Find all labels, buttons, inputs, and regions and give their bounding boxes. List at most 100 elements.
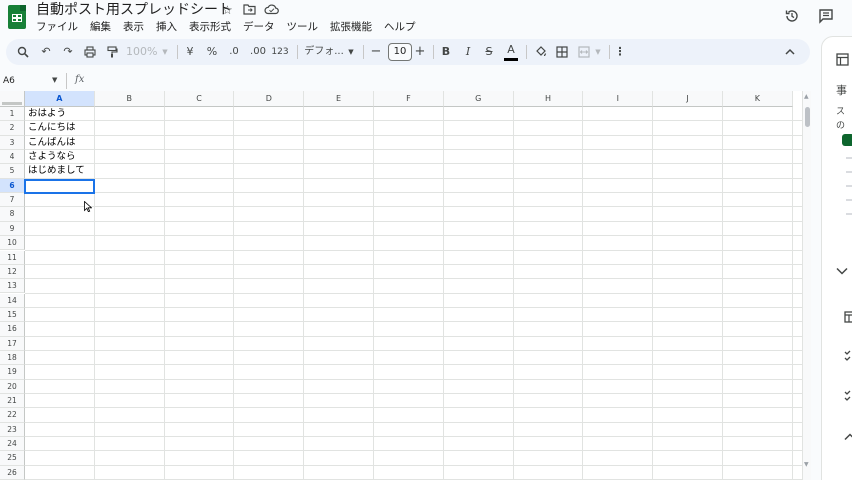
row-header-18[interactable]: 18: [0, 350, 25, 366]
select-all-corner[interactable]: [0, 91, 25, 107]
italic-button[interactable]: I: [462, 44, 474, 60]
cell-a1[interactable]: おはよう: [28, 107, 66, 121]
collapse-toolbar-icon[interactable]: [784, 44, 796, 60]
decrease-decimal-button[interactable]: .0: [226, 44, 242, 60]
row-header-3[interactable]: 3: [0, 135, 25, 150]
cloud-status-icon[interactable]: [264, 3, 279, 18]
checklist-icon-2[interactable]: [844, 389, 852, 405]
row-header-9[interactable]: 9: [0, 221, 25, 237]
menu-format[interactable]: 表示形式: [189, 20, 231, 34]
row-header-10[interactable]: 10: [0, 236, 25, 251]
document-title[interactable]: 自動ポスト用スプレッドシート: [36, 1, 232, 19]
row-header-6[interactable]: 6: [0, 178, 25, 194]
row-header-14[interactable]: 14: [0, 293, 25, 308]
cell-a2[interactable]: こんにちは: [28, 121, 76, 135]
scrollbar-thumb[interactable]: [805, 107, 810, 127]
column-header-b[interactable]: B: [94, 91, 165, 107]
row-header-24[interactable]: 24: [0, 437, 25, 452]
increase-font-size-icon[interactable]: +: [414, 44, 426, 60]
font-size-input[interactable]: 10: [388, 43, 412, 61]
font-dropdown-icon[interactable]: ▼: [347, 44, 355, 60]
number-format-button[interactable]: 123: [271, 44, 289, 60]
row-header-15[interactable]: 15: [0, 307, 25, 323]
spreadsheet-grid[interactable]: A B C D E F G H I J K 1 2 3 4 5 6 7 8 9 10 11 12 13 14 15 16 17 18 19…: [0, 91, 802, 480]
menu-extensions[interactable]: 拡張機能: [330, 20, 372, 34]
sheets-logo[interactable]: [8, 5, 26, 29]
percent-format-button[interactable]: %: [206, 44, 218, 60]
calendar-panel-icon[interactable]: [836, 53, 849, 70]
collapse-icon[interactable]: [844, 431, 852, 445]
star-icon[interactable]: ☆: [222, 3, 233, 17]
menu-data[interactable]: データ: [243, 20, 275, 34]
move-folder-icon[interactable]: [243, 3, 256, 18]
print-icon[interactable]: [82, 44, 98, 60]
font-select[interactable]: デフォ...: [303, 44, 345, 60]
row-header-2[interactable]: 2: [0, 121, 25, 136]
borders-icon[interactable]: [555, 44, 569, 60]
column-header-i[interactable]: I: [583, 91, 654, 107]
cell-a5[interactable]: はじめまして: [28, 164, 85, 178]
row-header-7[interactable]: 7: [0, 193, 25, 208]
column-header-e[interactable]: E: [304, 91, 374, 107]
checklist-icon-1[interactable]: [844, 349, 852, 365]
decrease-font-size-icon[interactable]: −: [370, 44, 382, 60]
menu-insert[interactable]: 挿入: [156, 20, 177, 34]
column-header-c[interactable]: C: [164, 91, 235, 107]
undo-icon[interactable]: ↶: [38, 44, 54, 60]
row-header-23[interactable]: 23: [0, 422, 25, 437]
name-box-dropdown-icon[interactable]: ▼: [52, 76, 57, 84]
table-panel-icon[interactable]: [844, 311, 852, 327]
column-header-j[interactable]: J: [653, 91, 723, 107]
expand-icon[interactable]: [836, 265, 848, 279]
zoom-dropdown-icon[interactable]: ▼: [161, 44, 169, 60]
menu-file[interactable]: ファイル: [36, 20, 78, 34]
merge-cells-icon[interactable]: [577, 44, 591, 60]
column-header-k[interactable]: K: [723, 91, 793, 107]
row-header-1[interactable]: 1: [0, 107, 25, 122]
scroll-down-icon[interactable]: ▼: [804, 461, 809, 469]
strikethrough-button[interactable]: S: [483, 44, 495, 60]
zoom-select[interactable]: 100%: [126, 44, 157, 60]
column-header-f[interactable]: F: [374, 91, 444, 107]
more-options-icon[interactable]: ⋮: [614, 44, 626, 60]
column-header-d[interactable]: D: [234, 91, 305, 107]
name-box[interactable]: A6: [3, 75, 15, 87]
row-header-5[interactable]: 5: [0, 164, 25, 179]
increase-decimal-button[interactable]: .00: [248, 44, 268, 60]
column-header-h[interactable]: H: [513, 91, 584, 107]
row-header-11[interactable]: 11: [0, 250, 25, 265]
menu-edit[interactable]: 編集: [90, 20, 111, 34]
fill-color-icon[interactable]: [533, 44, 547, 60]
row-header-16[interactable]: 16: [0, 322, 25, 337]
redo-icon[interactable]: ↷: [60, 44, 76, 60]
menu-tools[interactable]: ツール: [287, 20, 319, 34]
vertical-scrollbar[interactable]: ▲ ▼: [802, 91, 811, 480]
menu-help[interactable]: ヘルプ: [384, 20, 416, 34]
scroll-up-icon[interactable]: ▲: [804, 93, 809, 101]
cell-a4[interactable]: さようなら: [28, 150, 76, 164]
text-color-button[interactable]: A: [505, 42, 517, 58]
column-header-a[interactable]: A: [25, 91, 95, 107]
row-header-13[interactable]: 13: [0, 279, 25, 294]
history-icon[interactable]: [784, 8, 800, 24]
row-header-17[interactable]: 17: [0, 336, 25, 351]
row-header-12[interactable]: 12: [0, 264, 25, 280]
search-menus-icon[interactable]: [15, 44, 31, 60]
bold-button[interactable]: B: [440, 44, 452, 60]
row-header-25[interactable]: 25: [0, 451, 25, 466]
menu-view[interactable]: 表示: [123, 20, 144, 34]
row-header-22[interactable]: 22: [0, 408, 25, 423]
cell-a3[interactable]: こんばんは: [28, 136, 76, 150]
merge-dropdown-icon[interactable]: ▼: [594, 44, 602, 60]
column-header-g[interactable]: G: [443, 91, 514, 107]
row-header-26[interactable]: 26: [0, 465, 25, 480]
active-cell-a6[interactable]: [24, 179, 95, 194]
row-header-21[interactable]: 21: [0, 394, 25, 409]
paint-format-icon[interactable]: [104, 44, 120, 60]
row-header-19[interactable]: 19: [0, 365, 25, 380]
row-header-20[interactable]: 20: [0, 379, 25, 394]
row-header-8[interactable]: 8: [0, 207, 25, 222]
currency-format-button[interactable]: ¥: [184, 44, 196, 60]
row-header-4[interactable]: 4: [0, 150, 25, 165]
comments-icon[interactable]: [818, 8, 834, 24]
